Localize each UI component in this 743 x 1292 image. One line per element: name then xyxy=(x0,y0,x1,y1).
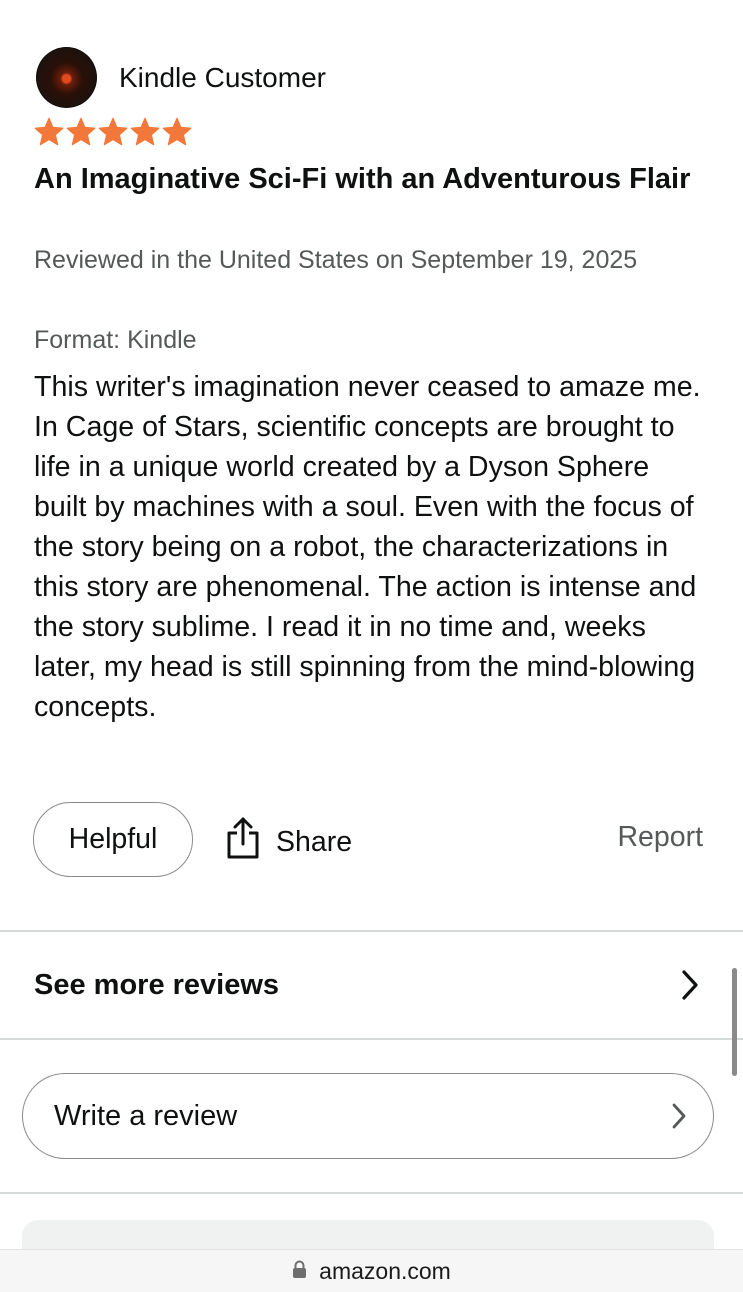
chevron-right-icon xyxy=(670,1102,688,1135)
review-date: Reviewed in the United States on Septemb… xyxy=(34,246,638,274)
see-more-reviews-label: See more reviews xyxy=(34,968,280,1001)
address-url: amazon.com xyxy=(319,1258,451,1284)
chevron-right-icon xyxy=(680,969,700,1006)
share-button-label: Share xyxy=(276,825,353,858)
share-button[interactable]: Share xyxy=(225,816,352,868)
star-rating xyxy=(33,116,193,148)
divider xyxy=(0,1038,743,1040)
star-icon xyxy=(65,116,97,148)
review-page: Kindle Customer An Imaginative Sci-Fi wi… xyxy=(0,0,743,1292)
report-link[interactable]: Report xyxy=(617,821,703,854)
star-icon xyxy=(33,116,65,148)
review-title: An Imaginative Sci-Fi with an Adventurou… xyxy=(34,163,691,195)
see-more-reviews-row[interactable]: See more reviews xyxy=(0,932,743,1038)
share-icon xyxy=(225,816,276,868)
star-icon xyxy=(161,116,193,148)
helpful-button-label: Helpful xyxy=(68,823,158,855)
divider xyxy=(0,1192,743,1194)
browser-address-bar[interactable]: amazon.com xyxy=(0,1249,743,1292)
avatar[interactable] xyxy=(36,47,97,108)
reviewer-name[interactable]: Kindle Customer xyxy=(119,62,326,94)
star-icon xyxy=(129,116,161,148)
reviewer-profile[interactable]: Kindle Customer xyxy=(36,47,326,108)
star-icon xyxy=(97,116,129,148)
review-format: Format: Kindle xyxy=(34,326,197,354)
lock-icon xyxy=(292,1260,319,1284)
write-review-label: Write a review xyxy=(54,1099,238,1132)
review-body: This writer's imagination never ceased t… xyxy=(34,371,701,723)
write-review-button[interactable]: Write a review xyxy=(22,1073,714,1159)
scrollbar[interactable] xyxy=(732,968,737,1076)
helpful-button[interactable]: Helpful xyxy=(33,802,193,877)
